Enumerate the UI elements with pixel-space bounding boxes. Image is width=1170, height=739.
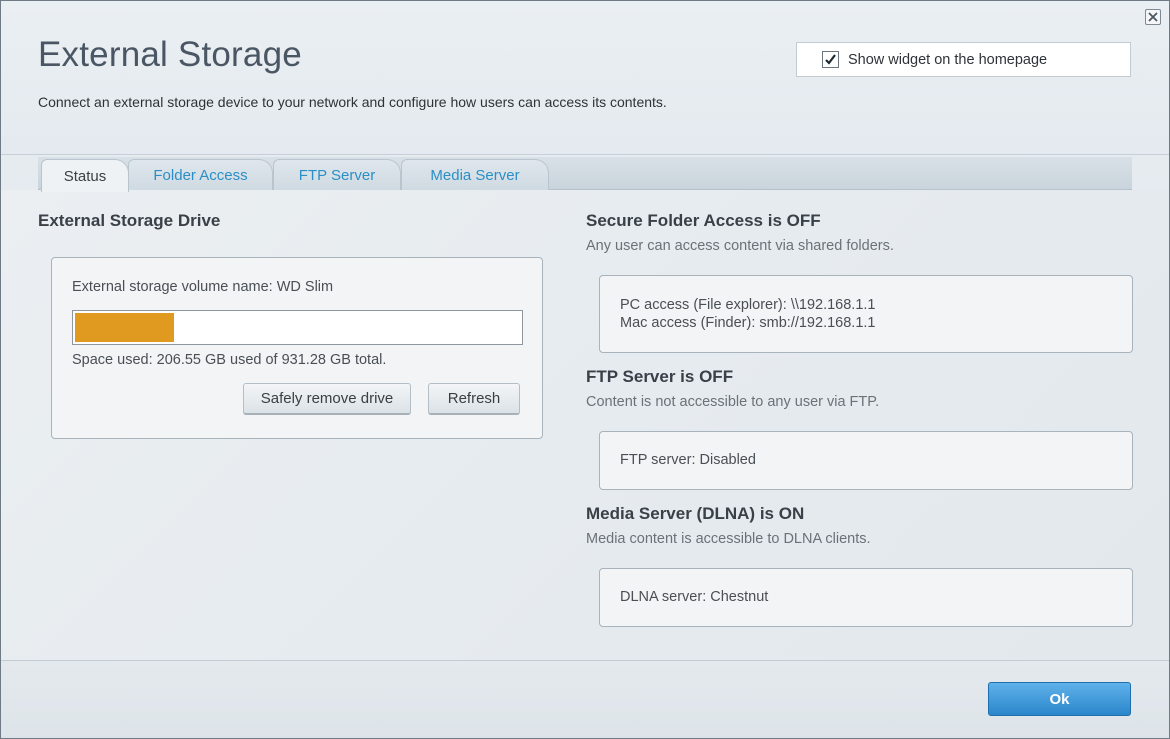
dlna-status-text: DLNA server: Chestnut	[620, 589, 769, 605]
external-storage-dialog: External Storage Connect an external sto…	[0, 0, 1170, 739]
ftp-info: FTP server: Disabled	[599, 431, 1133, 490]
drive-panel: External storage volume name: WD Slim Sp…	[51, 257, 543, 439]
page-title: External Storage	[38, 35, 302, 74]
mac-access-text: Mac access (Finder): smb://192.168.1.1	[620, 315, 876, 331]
safely-remove-drive-button[interactable]: Safely remove drive	[243, 383, 411, 415]
pc-access-text: PC access (File explorer): \\192.168.1.1	[620, 297, 876, 313]
tab-ftp-server[interactable]: FTP Server	[273, 159, 401, 191]
dialog-header: External Storage Connect an external sto…	[1, 1, 1169, 155]
media-heading: Media Server (DLNA) is ON	[586, 504, 805, 523]
ftp-heading: FTP Server is OFF	[586, 367, 734, 386]
volume-name: External storage volume name: WD Slim	[72, 279, 334, 295]
close-icon	[1148, 12, 1158, 22]
refresh-button[interactable]: Refresh	[428, 383, 520, 415]
drive-heading: External Storage Drive	[38, 211, 221, 230]
storage-usage-fill	[75, 313, 174, 342]
secure-folder-heading: Secure Folder Access is OFF	[586, 211, 821, 230]
tab-status[interactable]: Status	[41, 159, 129, 192]
secure-folder-desc: Any user can access content via shared f…	[586, 238, 894, 254]
tab-bar: Status Folder Access FTP Server Media Se…	[38, 157, 1132, 192]
ok-button[interactable]: Ok	[988, 682, 1131, 716]
space-used-text: Space used: 206.55 GB used of 931.28 GB …	[72, 352, 387, 368]
tab-folder-access[interactable]: Folder Access	[128, 159, 273, 191]
widget-checkbox[interactable]	[822, 51, 839, 68]
storage-usage-bar	[72, 310, 523, 345]
dialog-footer: Ok	[1, 660, 1169, 738]
widget-label: Show widget on the homepage	[848, 51, 1048, 68]
dlna-info: DLNA server: Chestnut	[599, 568, 1133, 627]
close-button[interactable]	[1145, 9, 1161, 25]
checkmark-icon	[825, 54, 836, 65]
folder-access-info: PC access (File explorer): \\192.168.1.1…	[599, 275, 1133, 353]
show-widget-toggle[interactable]: Show widget on the homepage	[796, 42, 1131, 77]
tab-media-server[interactable]: Media Server	[401, 159, 549, 191]
ftp-desc: Content is not accessible to any user vi…	[586, 394, 880, 410]
media-desc: Media content is accessible to DLNA clie…	[586, 531, 871, 547]
ftp-status-text: FTP server: Disabled	[620, 452, 756, 468]
page-subtitle: Connect an external storage device to yo…	[38, 94, 667, 110]
